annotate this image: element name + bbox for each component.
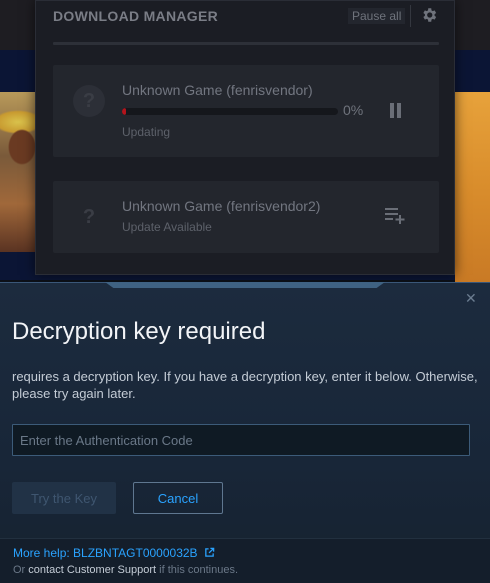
dialog-notch [105,282,385,288]
download-item: ? Unknown Game (fenrisvendor) 0% Updatin… [53,65,439,157]
download-item: ? Unknown Game (fenrisvendor2) Update Av… [53,181,439,253]
header-divider [410,5,411,27]
dialog-footer: More help: BLZBNTAGT0000032B Or contact … [0,538,490,583]
help-line: More help: BLZBNTAGT0000032B [13,546,215,560]
progress-bar-fill [122,108,127,115]
download-manager-title: DOWNLOAD MANAGER [53,8,219,24]
question-game-icon: ? [73,85,105,117]
support-prefix: Or [13,564,26,576]
pause-all-button[interactable]: Pause all [348,8,406,24]
dialog-title: Decryption key required [12,318,266,345]
external-link-icon[interactable] [204,547,215,558]
progress-percent: 0% [343,102,364,118]
progress-bar [122,108,338,115]
decryption-dialog: ✕ Decryption key required requires a dec… [0,282,490,583]
close-icon[interactable]: ✕ [465,290,477,307]
game-art-right [455,92,490,282]
game-status: Updating [122,125,171,139]
download-manager-panel: DOWNLOAD MANAGER Pause all ? Unknown Gam… [35,0,455,275]
pause-icon[interactable] [389,103,403,118]
dialog-message: requires a decryption key. If you have a… [12,369,478,401]
customer-support-link[interactable]: contact Customer Support [28,564,156,576]
game-status: Update Available [122,220,212,234]
question-game-icon: ? [82,206,96,228]
game-name: Unknown Game (fenrisvendor) [122,82,313,98]
game-art-left [0,92,40,252]
cancel-button[interactable]: Cancel [133,482,223,514]
try-the-key-button[interactable]: Try the Key [12,482,116,514]
add-to-queue-icon[interactable] [385,206,407,224]
more-help-label: More help: [13,546,70,560]
gear-icon[interactable] [420,6,438,24]
header-rule [53,42,439,45]
authentication-code-input[interactable] [12,424,470,456]
error-code-link[interactable]: BLZBNTAGT0000032B [73,546,198,560]
support-line: Or contact Customer Support if this cont… [13,564,238,576]
game-name: Unknown Game (fenrisvendor2) [122,198,321,214]
support-suffix: if this continues. [159,564,239,576]
